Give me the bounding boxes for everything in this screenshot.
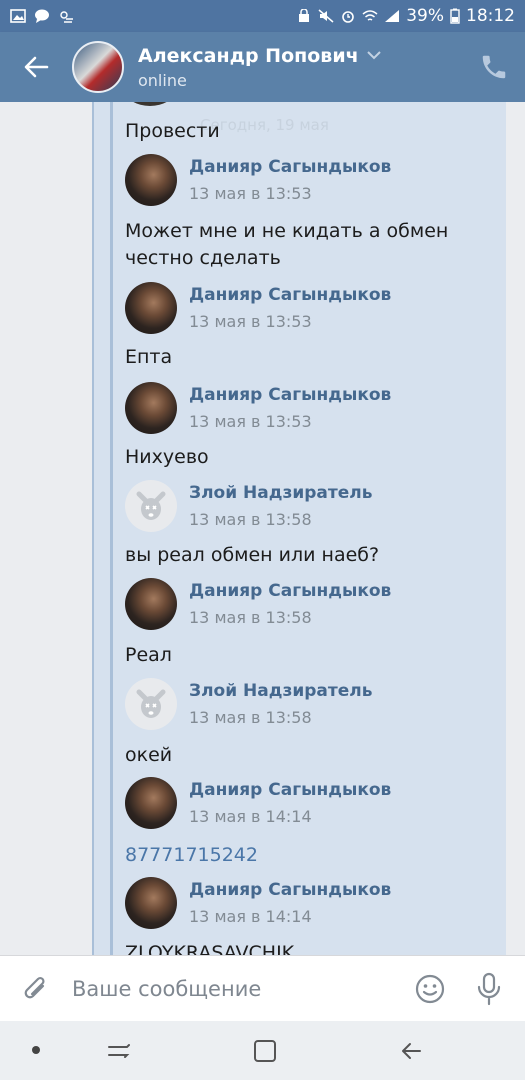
message-text: Нихуево <box>125 446 209 468</box>
message-text: ZLOYKRASAVCHIK <box>125 942 295 955</box>
back-arrow-icon <box>24 56 49 78</box>
smile-icon[interactable] <box>415 974 445 1004</box>
message-author[interactable]: Данияр Сагындыков 13 мая в 14:14 <box>125 877 495 931</box>
mute-icon <box>318 9 334 23</box>
status-bar: 39% 18:12 <box>0 0 525 32</box>
message-text: Реал <box>125 644 172 666</box>
contact-status: online <box>138 70 187 90</box>
avatar[interactable] <box>125 578 177 630</box>
contact-name: Александр Попович <box>138 44 359 67</box>
author-name[interactable]: Данияр Сагындыков <box>189 780 391 800</box>
author-name[interactable]: Данияр Сагындыков <box>189 157 391 177</box>
wifi-icon <box>362 10 378 21</box>
battery-icon <box>450 8 460 24</box>
recent-apps-icon[interactable] <box>105 1037 133 1065</box>
home-icon[interactable] <box>251 1037 279 1065</box>
mic-icon[interactable] <box>476 972 502 1006</box>
author-name[interactable]: Злой Надзиратель <box>189 681 372 701</box>
message-time: 13 мая в 13:53 <box>189 184 312 203</box>
attach-button[interactable] <box>0 956 72 1022</box>
author-name[interactable]: Злой Надзиратель <box>189 483 372 503</box>
system-nav-bar <box>0 1021 525 1080</box>
message-author[interactable]: Злой Надзиратель 13 мая в 13:58 <box>125 480 495 534</box>
signal-icon <box>385 10 400 22</box>
chat-header: Александр Попович online <box>0 32 525 102</box>
avatar[interactable] <box>125 678 177 730</box>
battery-percent: 39% <box>406 6 444 26</box>
avatar[interactable] <box>125 382 177 434</box>
message-time: 13 мая в 13:58 <box>189 708 312 727</box>
phone-link[interactable]: 87771715242 <box>125 842 258 869</box>
message-text: Может мне и не кидать а обмен честно сде… <box>125 220 449 269</box>
message-list[interactable]: Сегодня, 19 мая Провести Данияр Сагындыко… <box>0 102 525 955</box>
message-text: окей <box>125 744 173 766</box>
message-text: вы реал обмен или наеб? <box>125 544 380 566</box>
dog-placeholder-icon <box>136 689 166 718</box>
message-author[interactable]: Злой Надзиратель 13 мая в 13:58 <box>125 678 495 732</box>
nav-dot[interactable] <box>32 1046 40 1054</box>
back-nav-icon[interactable] <box>398 1037 426 1065</box>
author-name[interactable]: Данияр Сагындыков <box>189 581 391 601</box>
alarm-icon <box>342 11 355 23</box>
message-text: Епта <box>125 346 173 368</box>
avatar[interactable] <box>72 41 124 93</box>
avatar[interactable] <box>125 154 177 206</box>
message-input[interactable] <box>72 976 402 1001</box>
chat-bubble-icon <box>35 9 49 23</box>
dog-placeholder-icon <box>136 491 166 520</box>
avatar[interactable] <box>125 480 177 532</box>
message-author[interactable]: Данияр Сагындыков 13 мая в 13:58 <box>125 578 495 632</box>
author-name[interactable]: Данияр Сагындыков <box>189 285 391 305</box>
back-button[interactable] <box>0 32 72 102</box>
message-author[interactable]: Данияр Сагындыков 13 мая в 13:53 <box>125 154 495 208</box>
message-time: 13 мая в 13:53 <box>189 412 312 431</box>
clock: 18:12 <box>466 6 515 26</box>
message-composer <box>0 955 525 1021</box>
author-name[interactable]: Данияр Сагындыков <box>189 385 391 405</box>
vpn-key-icon <box>299 9 310 22</box>
message-author[interactable]: Данияр Сагындыков 13 мая в 13:53 <box>125 382 495 436</box>
chevron-down-icon <box>366 51 381 60</box>
weather-icon <box>60 11 73 23</box>
gallery-icon <box>10 9 26 23</box>
message-author[interactable]: Данияр Сагындыков 13 мая в 13:53 <box>125 282 495 336</box>
attach-icon <box>24 976 45 998</box>
message-time: 13 мая в 13:53 <box>189 312 312 331</box>
message-author[interactable]: Данияр Сагындыков 13 мая в 14:14 <box>125 777 495 831</box>
message-time: 13 мая в 13:58 <box>189 510 312 529</box>
message-time: 13 мая в 14:14 <box>189 907 312 926</box>
avatar[interactable] <box>125 282 177 334</box>
avatar[interactable] <box>125 777 177 829</box>
contact-info[interactable]: Александр Попович online <box>138 45 381 90</box>
message-time: 13 мая в 13:58 <box>189 608 312 627</box>
avatar[interactable] <box>125 877 177 929</box>
author-name[interactable]: Данияр Сагындыков <box>189 880 391 900</box>
message-text: Провести <box>125 120 220 142</box>
phone-icon[interactable] <box>479 52 509 82</box>
message-time: 13 мая в 14:14 <box>189 807 312 826</box>
